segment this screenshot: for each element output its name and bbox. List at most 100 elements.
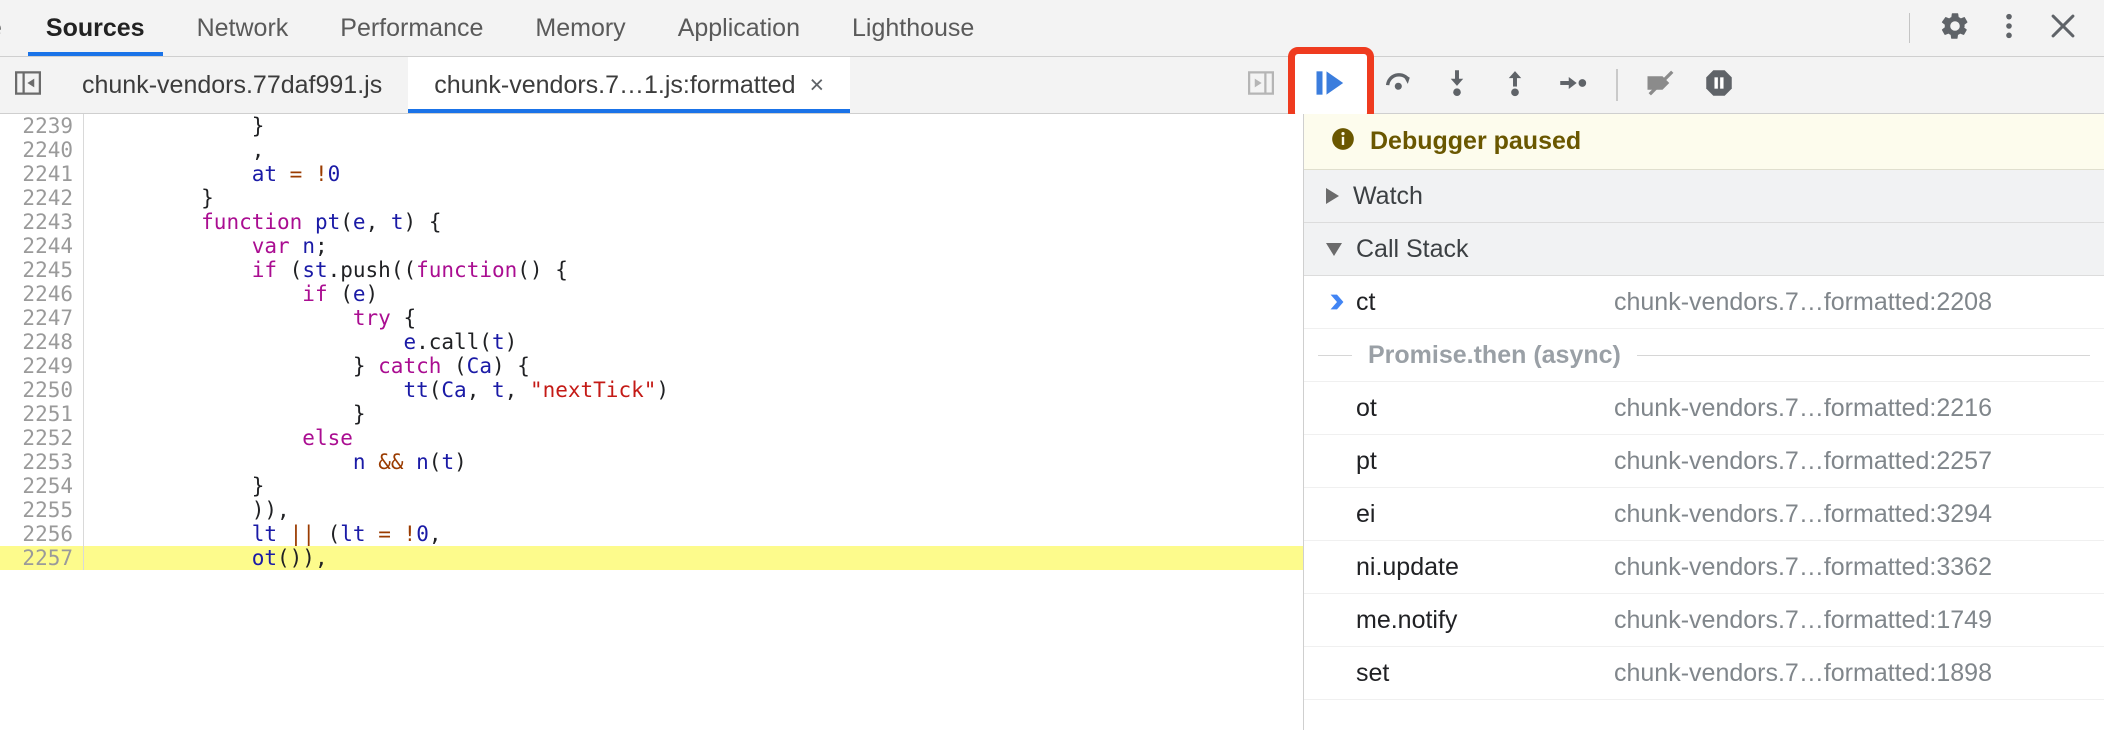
code-token: at [251,162,278,186]
code-line-text: )), [84,498,1303,522]
line-number[interactable]: 2241 [0,162,84,186]
line-number[interactable]: 2244 [0,234,84,258]
code-line[interactable]: 2253 n && n(t) [0,450,1303,474]
panel-tab-e[interactable]: e [0,0,20,56]
call-stack-frame-location[interactable]: chunk-vendors.7…formatted:1898 [1614,659,1992,688]
code-token: try [352,306,391,330]
deactivate-breakpoints-button[interactable] [1632,59,1690,111]
code-line-text: } [84,114,1303,138]
panel-tab-performance[interactable]: Performance [314,0,509,56]
call-stack-frame[interactable]: ni.update chunk-vendors.7…formatted:3362 [1304,541,2104,594]
panel-tab-application[interactable]: Application [652,0,826,56]
panel-tab-network[interactable]: Network [171,0,315,56]
line-number[interactable]: 2248 [0,330,84,354]
code-line[interactable]: 2243 function pt(e, t) { [0,210,1303,234]
call-stack-frame-location[interactable]: chunk-vendors.7…formatted:1749 [1614,606,1992,635]
source-code-editor[interactable]: 2239 } 2240 , 2241 at = !0 2242 } 2243 funct… [0,114,1303,730]
code-line[interactable]: 2241 at = !0 [0,162,1303,186]
code-line[interactable]: 2245 if (st.push((function() { [0,258,1303,282]
code-line[interactable]: 2252 else [0,426,1303,450]
code-token: } [100,474,265,498]
deactivate-breakpoints-icon [1643,65,1679,106]
line-number[interactable]: 2251 [0,402,84,426]
call-stack-frame-location[interactable]: chunk-vendors.7…formatted:2257 [1614,447,1992,476]
line-number[interactable]: 2253 [0,450,84,474]
code-token: ) [504,330,518,354]
line-number[interactable]: 2243 [0,210,84,234]
show-debugger-sidebar-button[interactable] [1232,59,1290,111]
call-stack-frame-location[interactable]: chunk-vendors.7…formatted:3294 [1614,500,1992,529]
code-token: = [378,522,391,546]
file-tab-close-icon[interactable]: × [809,72,824,98]
panel-tab-memory[interactable]: Memory [509,0,651,56]
show-navigator-button[interactable] [0,57,56,113]
line-number[interactable]: 2257 [0,546,84,570]
code-line[interactable]: 2240 , [0,138,1303,162]
code-line[interactable]: 2244 var n; [0,234,1303,258]
line-number[interactable]: 2240 [0,138,84,162]
settings-button[interactable] [1928,1,1982,55]
code-line[interactable]: 2246 if (e) [0,282,1303,306]
call-stack-frame[interactable]: set chunk-vendors.7…formatted:1898 [1304,647,2104,700]
code-token: ( [327,282,353,306]
code-line[interactable]: 2255 )), [0,498,1303,522]
call-stack-frame-selected[interactable]: ct chunk-vendors.7…formatted:2208 [1304,276,2104,329]
sidebar-section-watch[interactable]: Watch [1304,170,2104,223]
code-line[interactable]: 2242 } [0,186,1303,210]
sidebar-section-call-stack[interactable]: Call Stack [1304,223,2104,276]
code-line[interactable]: 2249 } catch (Ca) { [0,354,1303,378]
code-line[interactable]: 2248 e.call(t) [0,330,1303,354]
call-stack-list: ct chunk-vendors.7…formatted:2208 Promise.… [1304,276,2104,700]
step-over-icon [1382,66,1416,105]
resume-script-execution-button[interactable] [1288,47,1374,123]
line-number[interactable]: 2249 [0,354,84,378]
line-number[interactable]: 2255 [0,498,84,522]
close-devtools-button[interactable] [2036,1,2090,55]
code-token: ( [428,378,442,402]
code-token: } [100,354,379,378]
file-tab-active[interactable]: chunk-vendors.7…1.js:formatted × [408,57,851,113]
code-token: e [352,282,366,306]
code-line[interactable]: 2251 } [0,402,1303,426]
code-token: lt [340,522,366,546]
code-line[interactable]: 2256 lt || (lt = !0, [0,522,1303,546]
line-number[interactable]: 2250 [0,378,84,402]
line-number[interactable]: 2252 [0,426,84,450]
step-over-button[interactable] [1370,59,1428,111]
panel-tab-sources[interactable]: Sources [20,0,171,56]
step-button[interactable] [1544,59,1602,111]
call-stack-frame[interactable]: me.notify chunk-vendors.7…formatted:1749 [1304,594,2104,647]
call-stack-frame[interactable]: pt chunk-vendors.7…formatted:2257 [1304,435,2104,488]
line-number[interactable]: 2254 [0,474,84,498]
call-stack-frame-location[interactable]: chunk-vendors.7…formatted:2208 [1614,288,1992,317]
panel-tab-lighthouse[interactable]: Lighthouse [826,0,1000,56]
code-token: && [378,450,404,474]
code-line[interactable]: 2254 } [0,474,1303,498]
call-stack-frame-name: ot [1356,393,1377,422]
panel-tab-label: Memory [535,13,626,42]
code-line-execution-paused[interactable]: 2257 ot()), [0,546,1303,570]
call-stack-frame-location[interactable]: chunk-vendors.7…formatted:2216 [1614,394,1992,423]
line-number[interactable]: 2246 [0,282,84,306]
line-number[interactable]: 2247 [0,306,84,330]
line-number[interactable]: 2242 [0,186,84,210]
code-line[interactable]: 2239 } [0,114,1303,138]
call-stack-frame[interactable]: ot chunk-vendors.7…formatted:2216 [1304,382,2104,435]
line-number[interactable]: 2239 [0,114,84,138]
call-stack-frame-location[interactable]: chunk-vendors.7…formatted:3362 [1614,553,1992,582]
code-line[interactable]: 2247 try { [0,306,1303,330]
call-stack-frame[interactable]: ei chunk-vendors.7…formatted:3294 [1304,488,2104,541]
code-line[interactable]: 2250 tt(Ca, t, "nextTick") [0,378,1303,402]
line-number[interactable]: 2245 [0,258,84,282]
file-tab[interactable]: chunk-vendors.77daf991.js [56,57,409,113]
step-into-button[interactable] [1428,59,1486,111]
line-number[interactable]: 2256 [0,522,84,546]
step-out-button[interactable] [1486,59,1544,111]
pause-on-exceptions-button[interactable] [1690,59,1748,111]
code-token: ot [251,546,278,570]
more-options-button[interactable] [1982,1,2036,55]
